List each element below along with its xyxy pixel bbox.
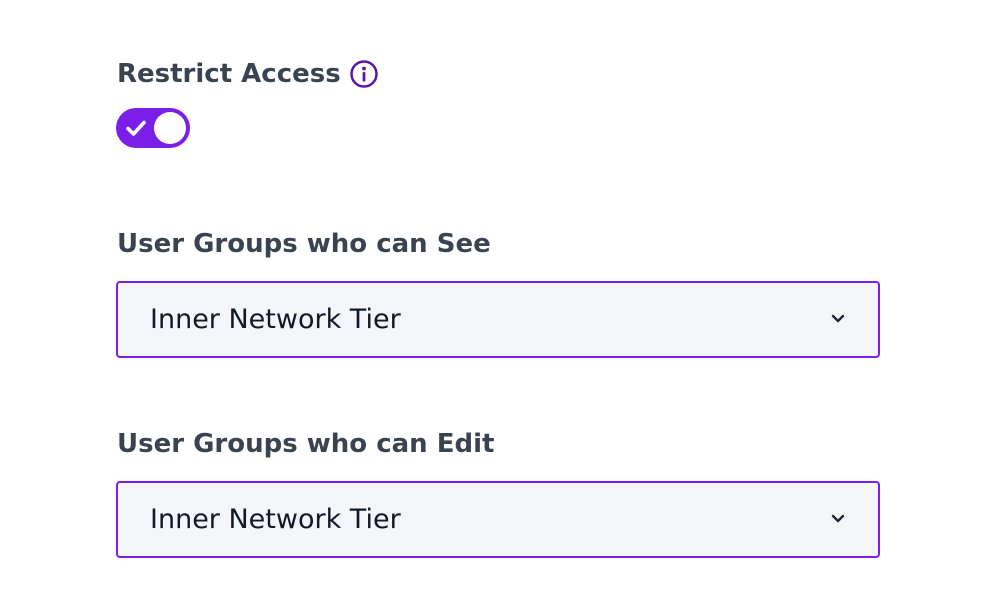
chevron-down-icon (831, 314, 845, 323)
edit-groups-select[interactable]: Inner Network Tier (116, 481, 880, 558)
edit-groups-label: User Groups who can Edit (117, 429, 495, 459)
check-icon (126, 120, 146, 136)
edit-groups-selected-value: Inner Network Tier (150, 504, 401, 535)
toggle-knob (154, 112, 186, 144)
access-settings-panel: Restrict Access User Groups who can See … (0, 0, 1004, 598)
see-groups-selected-value: Inner Network Tier (150, 304, 401, 335)
restrict-access-toggle[interactable] (116, 108, 190, 148)
see-groups-label: User Groups who can See (117, 229, 491, 259)
restrict-access-header: Restrict Access (117, 55, 378, 93)
restrict-access-label: Restrict Access (117, 59, 341, 89)
see-groups-select[interactable]: Inner Network Tier (116, 281, 880, 358)
info-icon[interactable] (349, 60, 378, 88)
chevron-down-icon (831, 514, 845, 523)
